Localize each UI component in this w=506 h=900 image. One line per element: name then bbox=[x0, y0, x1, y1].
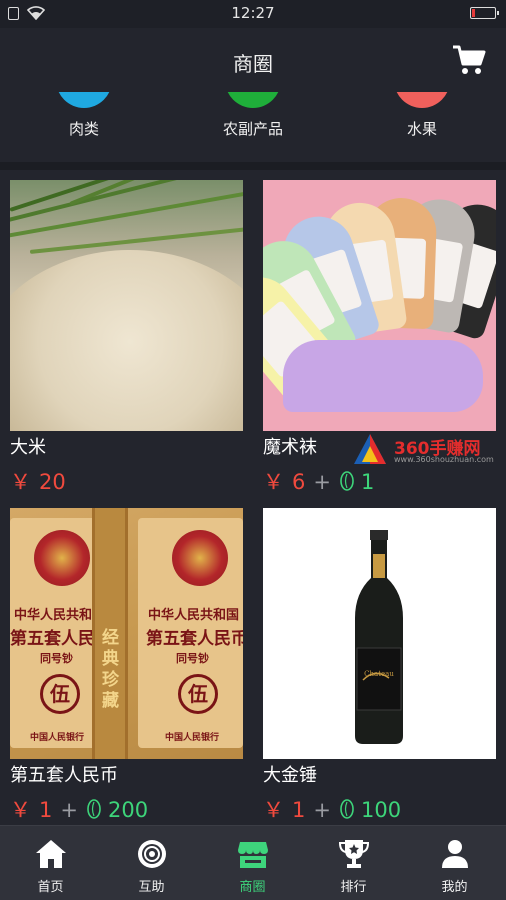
clock: 12:27 bbox=[231, 4, 275, 22]
price-value: 1 bbox=[39, 798, 53, 822]
tab-home[interactable]: 首页 bbox=[0, 826, 101, 900]
cart-icon[interactable] bbox=[452, 44, 486, 76]
wine-bottle-icon: Chateau bbox=[355, 530, 403, 744]
product-price: ￥ 20 bbox=[10, 469, 243, 495]
section-divider bbox=[0, 162, 506, 170]
tab-label: 商圈 bbox=[239, 880, 266, 895]
product-price: ￥ 1 +200 bbox=[10, 797, 243, 823]
tab-label: 互助 bbox=[138, 880, 165, 895]
tab-mine[interactable]: 我的 bbox=[404, 826, 505, 900]
meat-category-icon bbox=[56, 92, 112, 108]
points-value: 100 bbox=[360, 798, 402, 822]
svg-text:Chateau: Chateau bbox=[364, 670, 394, 678]
user-icon bbox=[441, 840, 468, 868]
category-label: 农副产品 bbox=[222, 120, 283, 138]
status-bar: 12:27 bbox=[0, 0, 506, 28]
points-value: 200 bbox=[107, 798, 149, 822]
product-price: ￥ 1 +100 bbox=[263, 797, 496, 823]
currency-symbol: ￥ bbox=[10, 798, 31, 822]
category-label: 肉类 bbox=[68, 120, 99, 138]
product-name: 第五套人民币 bbox=[10, 765, 118, 786]
plus-sign: + bbox=[313, 470, 331, 494]
product-card-currency[interactable]: 中华人民共和 中华人民共和国 第五套人民币 第五套人民币 同号钞 同号钞 经典珍… bbox=[10, 508, 243, 823]
app-header: 商圈 bbox=[0, 28, 506, 92]
category-strip: 肉类 农副产品 水果 bbox=[0, 92, 506, 162]
product-price: ￥ 6 +1 bbox=[263, 469, 496, 495]
tab-mutual-help[interactable]: 互助 bbox=[101, 826, 202, 900]
tab-ranking[interactable]: 排行 bbox=[303, 826, 404, 900]
plus-sign: + bbox=[60, 798, 78, 822]
product-name: 大米 bbox=[10, 437, 46, 458]
currency-symbol: ￥ bbox=[263, 470, 284, 494]
watermark-url: www.360shouzhuan.com bbox=[394, 455, 494, 464]
category-label: 水果 bbox=[406, 120, 437, 138]
plus-sign: + bbox=[313, 798, 331, 822]
price-value: 20 bbox=[39, 470, 66, 494]
battery-icon bbox=[470, 7, 499, 19]
product-image-socks bbox=[263, 180, 496, 431]
bottom-tab-bar: 首页 互助 商圈 排行 我的 bbox=[0, 825, 506, 900]
seed-points-icon bbox=[340, 799, 354, 819]
product-image-rice bbox=[10, 180, 243, 431]
category-fruit[interactable]: 水果 bbox=[367, 92, 477, 139]
fruit-category-icon bbox=[394, 92, 450, 108]
product-image-wine: Chateau bbox=[263, 508, 496, 759]
shop-icon bbox=[237, 842, 268, 868]
product-image-currency: 中华人民共和 中华人民共和国 第五套人民币 第五套人民币 同号钞 同号钞 经典珍… bbox=[10, 508, 243, 759]
tab-business-circle[interactable]: 商圈 bbox=[202, 826, 303, 900]
category-meat[interactable]: 肉类 bbox=[29, 92, 139, 139]
currency-symbol: ￥ bbox=[263, 798, 284, 822]
product-card-rice[interactable]: 大米 ￥ 20 bbox=[10, 180, 243, 495]
farm-category-icon bbox=[225, 92, 281, 108]
product-card-wine[interactable]: Chateau 大金锤 ￥ 1 +100 bbox=[263, 508, 496, 823]
tab-label: 首页 bbox=[37, 880, 64, 895]
page-title: 商圈 bbox=[233, 52, 273, 76]
watermark-logo-icon bbox=[354, 434, 386, 464]
watermark: 360手赚网 www.360shouzhuan.com bbox=[352, 432, 502, 468]
category-farm-products[interactable]: 农副产品 bbox=[198, 92, 308, 139]
seed-points-icon bbox=[87, 799, 101, 819]
seed-points-icon bbox=[340, 471, 354, 491]
price-value: 1 bbox=[292, 798, 306, 822]
tab-label: 我的 bbox=[441, 880, 468, 895]
price-value: 6 bbox=[292, 470, 306, 494]
points-value: 1 bbox=[360, 470, 375, 494]
tab-label: 排行 bbox=[340, 880, 367, 895]
circle-icon bbox=[137, 840, 166, 868]
product-name: 大金锤 bbox=[263, 765, 317, 786]
home-icon bbox=[35, 840, 66, 868]
trophy-icon bbox=[338, 840, 369, 868]
currency-symbol: ￥ bbox=[10, 470, 31, 494]
product-grid: 大米 ￥ 20 魔术袜 ￥ 6 +1 中华人民共和 中华人民共和国 第五套人民币… bbox=[0, 170, 506, 825]
